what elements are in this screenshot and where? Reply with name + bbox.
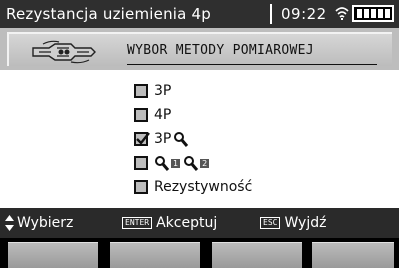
hint-accept: ENTER Akceptuj <box>122 215 217 231</box>
softkey-3[interactable] <box>212 242 302 268</box>
option-3p[interactable]: 3P <box>134 82 334 100</box>
softkey-2[interactable] <box>110 242 200 268</box>
test-leads-plug-icon <box>32 40 96 64</box>
option-label: 3P <box>154 83 172 99</box>
wifi-icon <box>335 7 349 20</box>
esc-key-icon: ESC <box>260 217 281 229</box>
clock: 09:22 <box>281 5 327 23</box>
hint-exit: ESC Wyjdź <box>260 215 326 231</box>
clamp-icon-1 <box>155 156 170 171</box>
screen-header: WYBOR METODY POMIAROWEJ <box>0 28 399 70</box>
hint-select: Wybierz <box>5 215 73 231</box>
softkey-row <box>0 238 399 268</box>
option-resistivity[interactable]: Rezystywność <box>134 178 334 196</box>
softkey-4[interactable] <box>312 242 394 268</box>
option-4p[interactable]: 4P <box>134 106 334 124</box>
status-bar: Rezystancja uziemienia 4p 09:22 <box>0 0 399 28</box>
battery-full-icon <box>352 5 394 22</box>
option-label: 3P <box>154 131 172 147</box>
clamp-icon <box>174 132 189 147</box>
check-mark-icon <box>136 132 150 145</box>
checkbox-unchecked[interactable] <box>134 108 148 122</box>
meter-screen: Rezystancja uziemienia 4p 09:22 WYBOR ME… <box>0 0 399 268</box>
key-hint-bar: Wybierz ENTER Akceptuj ESC Wyjdź <box>0 208 399 238</box>
up-down-arrows-icon <box>5 215 14 231</box>
header-underline <box>127 64 377 65</box>
clamp-icon-2 <box>184 156 199 171</box>
clamp-number-badge: 1 <box>171 158 181 168</box>
measurement-title: Rezystancja uziemienia 4p <box>6 5 211 23</box>
checkbox-unchecked[interactable] <box>134 84 148 98</box>
method-options-panel: 3P 4P 3P 1 2 Rezystywność <box>0 70 399 208</box>
option-label: 4P <box>154 107 172 123</box>
header-tab: WYBOR METODY POMIAROWEJ <box>7 32 392 66</box>
hint-exit-label: Wyjdź <box>284 215 327 231</box>
checkbox-unchecked[interactable] <box>134 180 148 194</box>
hint-accept-label: Akceptuj <box>156 215 218 231</box>
hint-select-label: Wybierz <box>17 215 74 231</box>
checkbox-checked[interactable] <box>134 132 150 146</box>
softkey-1[interactable] <box>8 242 98 268</box>
option-3p-clamp[interactable]: 3P <box>134 130 334 148</box>
enter-key-icon: ENTER <box>122 217 153 229</box>
header-title: WYBOR METODY POMIAROWEJ <box>127 43 314 58</box>
option-two-clamps[interactable]: 1 2 <box>134 154 334 172</box>
clamp-number-badge: 2 <box>200 158 210 168</box>
option-label: Rezystywność <box>154 179 253 195</box>
status-divider <box>270 4 272 24</box>
checkbox-unchecked[interactable] <box>134 156 148 170</box>
